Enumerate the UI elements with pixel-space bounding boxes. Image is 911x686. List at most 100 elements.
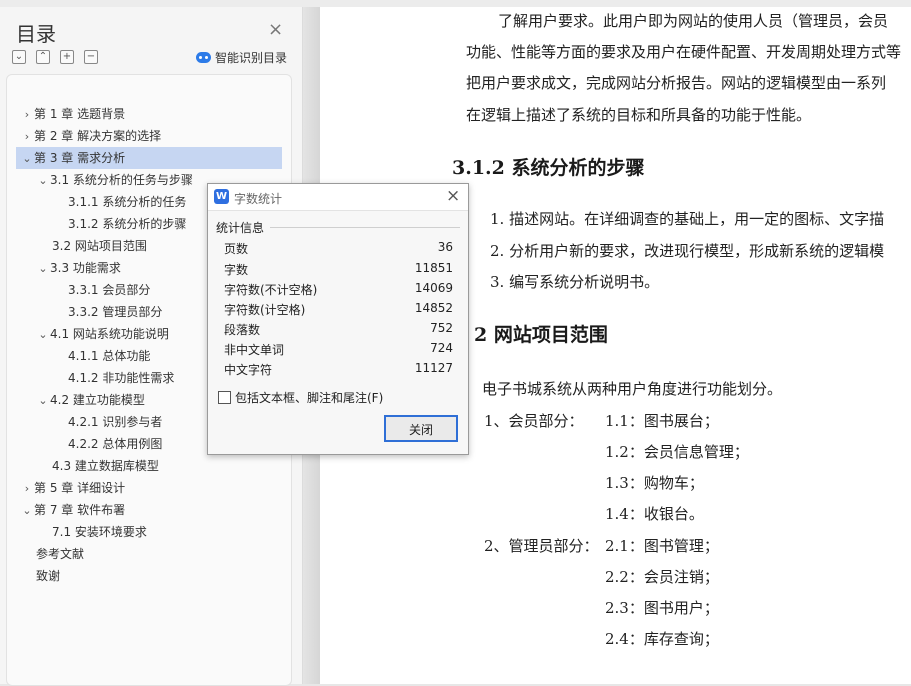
member-section-label: 1、会员部分： (484, 412, 584, 430)
dialog-titlebar[interactable]: W 字数统计 × (208, 184, 468, 211)
toc-item-4-2-2[interactable]: 4.2.2 总体用例图 (68, 433, 162, 455)
stat-value: 752 (430, 321, 453, 335)
chevron-down-icon[interactable]: ⌄ (20, 148, 34, 170)
toc-item-label: 7.1 安装环境要求 (52, 525, 147, 539)
section-divider (270, 227, 460, 228)
smart-toc-button[interactable]: 智能识别目录 (196, 49, 287, 66)
stat-value: 11851 (414, 261, 453, 275)
toc-title: 目录 (16, 22, 56, 46)
toc-item-label: 3.3.1 会员部分 (68, 283, 151, 297)
stat-label: 中文字符 (224, 363, 273, 377)
doc-list-item: 3. 编写系统分析说明书。 (490, 273, 660, 291)
collapse-all-icon[interactable]: ⌄ (12, 50, 26, 64)
stat-label: 段落数 (224, 323, 261, 337)
wps-logo-icon: W (214, 189, 229, 204)
toc-item-label: 3.1.2 系统分析的步骤 (68, 217, 187, 231)
close-sidebar-icon[interactable]: × (268, 19, 283, 40)
toc-item-7-1[interactable]: 7.1 安装环境要求 (52, 521, 147, 543)
include-textbox-label[interactable]: 包括文本框、脚注和尾注(F) (235, 389, 383, 406)
remove-level-icon[interactable]: − (84, 50, 98, 64)
word-count-dialog: W 字数统计 × 统计信息 页数 36 字数 11851 字符数(不计空格) 1… (207, 183, 469, 455)
toc-item-label: 4.1.2 非功能性需求 (68, 371, 175, 385)
chevron-down-icon[interactable]: ⌄ (36, 170, 50, 192)
doc-list-item: 2.1：图书管理； (605, 537, 719, 555)
toc-item-label: 3.3.2 管理员部分 (68, 305, 163, 319)
toc-item-ch1[interactable]: › 第 1 章 选题背景 (20, 103, 125, 125)
toc-item-3-1[interactable]: ⌄ 3.1 系统分析的任务与步骤 (36, 169, 193, 191)
doc-list-item: 2. 分析用户新的要求，改进现行模型，形成新系统的逻辑模 (490, 242, 885, 260)
doc-paragraph: 在逻辑上描述了系统的目标和所具备的功能于性能。 (466, 106, 812, 124)
doc-paragraph: 电子书城系统从两种用户角度进行功能划分。 (482, 380, 783, 398)
smart-toc-label: 智能识别目录 (215, 51, 288, 65)
doc-list-item: 1.1：图书展台； (605, 412, 719, 430)
doc-heading: 2 网站项目范围 (474, 324, 608, 346)
stat-label: 字符数(不计空格) (224, 283, 318, 297)
toc-controls: ⌄ ⌃ + − (12, 50, 98, 64)
chevron-right-icon[interactable]: › (20, 104, 34, 126)
toc-item-3-3[interactable]: ⌄ 3.3 功能需求 (36, 257, 121, 279)
chevron-down-icon[interactable]: ⌄ (36, 390, 50, 412)
chevron-down-icon[interactable]: ⌄ (36, 324, 50, 346)
chevron-down-icon[interactable]: ⌄ (20, 500, 34, 522)
toc-item-ch5[interactable]: › 第 5 章 详细设计 (20, 477, 125, 499)
toc-item-label: 第 1 章 选题背景 (34, 107, 126, 121)
toc-item-3-3-1[interactable]: 3.3.1 会员部分 (68, 279, 150, 301)
stat-value: 724 (430, 341, 453, 355)
toc-item-3-1-2[interactable]: 3.1.2 系统分析的步骤 (68, 213, 186, 235)
chevron-down-icon[interactable]: ⌄ (36, 258, 50, 280)
stat-label: 非中文单词 (224, 343, 285, 357)
toc-item-thanks[interactable]: 致谢 (36, 565, 60, 587)
stat-value: 11127 (414, 361, 453, 375)
doc-list-item: 2.4：库存查询； (605, 630, 719, 648)
toc-item-label: 第 7 章 软件布署 (34, 503, 126, 517)
toc-item-label: 4.2.2 总体用例图 (68, 437, 163, 451)
chevron-right-icon[interactable]: › (20, 478, 34, 500)
doc-list-item: 1.2：会员信息管理； (605, 443, 749, 461)
dialog-title: 字数统计 (234, 192, 283, 206)
doc-paragraph: 把用户要求成文，完成网站分析报告。网站的逻辑模型由一系列 (466, 74, 887, 92)
include-textbox-checkbox[interactable] (218, 391, 231, 404)
toc-item-label: 3.2 网站项目范围 (52, 239, 147, 253)
toc-item-ch3[interactable]: ⌄ 第 3 章 需求分析 (16, 147, 282, 169)
toc-item-label: 4.2.1 识别参与者 (68, 415, 163, 429)
stat-value: 14852 (414, 301, 453, 315)
add-level-icon[interactable]: + (60, 50, 74, 64)
toc-item-label: 4.1.1 总体功能 (68, 349, 151, 363)
stat-label: 字数 (224, 263, 249, 277)
expand-up-icon[interactable]: ⌃ (36, 50, 50, 64)
doc-list-item: 2.3：图书用户； (605, 599, 719, 617)
toc-item-3-3-2[interactable]: 3.3.2 管理员部分 (68, 301, 162, 323)
toc-item-label: 第 5 章 详细设计 (34, 481, 126, 495)
toc-item-ch7[interactable]: ⌄ 第 7 章 软件布署 (20, 499, 125, 521)
doc-list-item: 1. 描述网站。在详细调查的基础上，用一定的图标、文字描 (490, 210, 885, 228)
toc-item-references[interactable]: 参考文献 (36, 543, 84, 565)
doc-heading: 3.1.2 系统分析的步骤 (452, 157, 645, 179)
toc-item-label: 3.1.1 系统分析的任务 (68, 195, 187, 209)
doc-list-item: 1.3：购物车； (605, 474, 704, 492)
window-top-strip (0, 0, 911, 7)
toc-item-4-1[interactable]: ⌄ 4.1 网站系统功能说明 (36, 323, 169, 345)
toc-item-3-2[interactable]: 3.2 网站项目范围 (52, 235, 147, 257)
stat-label: 页数 (224, 242, 249, 256)
robot-icon (196, 52, 211, 63)
toc-item-label: 4.1 网站系统功能说明 (50, 327, 169, 341)
chevron-right-icon[interactable]: › (20, 126, 34, 148)
close-button[interactable]: 关闭 (384, 415, 458, 442)
toc-item-3-1-1[interactable]: 3.1.1 系统分析的任务 (68, 191, 186, 213)
toc-item-label: 4.3 建立数据库模型 (52, 459, 159, 473)
toc-item-label: 3.1 系统分析的任务与步骤 (50, 173, 193, 187)
toc-item-4-2-1[interactable]: 4.2.1 识别参与者 (68, 411, 162, 433)
doc-list-item: 1.4：收银台。 (605, 505, 704, 523)
doc-paragraph: 功能、性能等方面的要求及用户在硬件配置、开发周期处理方式等 (466, 43, 902, 61)
dialog-close-icon[interactable]: × (446, 186, 460, 206)
toc-item-label: 致谢 (36, 569, 61, 583)
toc-item-label: 第 2 章 解决方案的选择 (34, 129, 162, 143)
toc-item-4-1-1[interactable]: 4.1.1 总体功能 (68, 345, 150, 367)
doc-list-item: 2.2：会员注销； (605, 568, 719, 586)
admin-section-label: 2、管理员部分： (484, 537, 599, 555)
toc-item-4-3[interactable]: 4.3 建立数据库模型 (52, 455, 159, 477)
toc-item-label: 第 3 章 需求分析 (34, 151, 126, 165)
toc-item-4-1-2[interactable]: 4.1.2 非功能性需求 (68, 367, 174, 389)
toc-item-4-2[interactable]: ⌄ 4.2 建立功能模型 (36, 389, 145, 411)
toc-item-ch2[interactable]: › 第 2 章 解决方案的选择 (20, 125, 161, 147)
